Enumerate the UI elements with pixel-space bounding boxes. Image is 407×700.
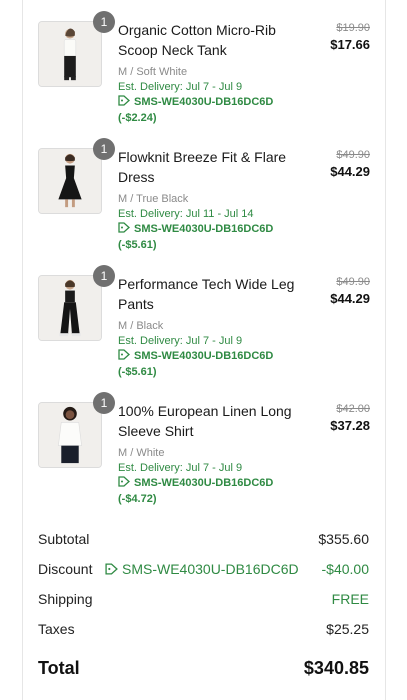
estimated-delivery: Est. Delivery: Jul 7 - Jul 9 bbox=[118, 335, 243, 347]
shipping-row: Shipping FREE bbox=[38, 590, 369, 608]
item-discount-amount: (-$5.61) bbox=[118, 239, 157, 251]
discount-value: -$40.00 bbox=[321, 561, 369, 577]
product-image-shirt bbox=[38, 402, 102, 468]
shipping-label: Shipping bbox=[38, 591, 93, 607]
estimated-delivery: Est. Delivery: Jul 7 - Jul 9 bbox=[118, 81, 243, 93]
applied-discount-code: SMS-WE4030U-DB16DC6D bbox=[105, 560, 299, 578]
item-name[interactable]: 100% European Linen Long Sleeve Shirt bbox=[118, 401, 306, 441]
discount-code: SMS-WE4030U-DB16DC6D bbox=[118, 349, 306, 364]
discount-code: SMS-WE4030U-DB16DC6D bbox=[118, 222, 306, 237]
item-prices: $42.00 $37.28 bbox=[330, 401, 370, 435]
product-image-tank bbox=[38, 21, 102, 87]
tag-icon bbox=[118, 349, 130, 360]
order-totals: Subtotal $355.60 Discount SMS-WE4030U-DB… bbox=[38, 530, 369, 690]
discount-code-text: SMS-WE4030U-DB16DC6D bbox=[134, 350, 274, 362]
quantity-badge: 1 bbox=[93, 265, 115, 287]
product-image-dress bbox=[38, 148, 102, 214]
estimated-delivery: Est. Delivery: Jul 7 - Jul 9 bbox=[118, 462, 243, 474]
sale-price: $17.66 bbox=[330, 37, 370, 52]
cart-item: 1 Organic Cotton Micro-Rib Scoop Neck Ta… bbox=[38, 11, 372, 127]
tag-icon bbox=[118, 222, 130, 233]
taxes-label: Taxes bbox=[38, 621, 75, 637]
sale-price: $44.29 bbox=[330, 164, 370, 179]
discount-code: SMS-WE4030U-DB16DC6D bbox=[118, 95, 306, 110]
discount-row: Discount SMS-WE4030U-DB16DC6D -$40.00 bbox=[38, 560, 369, 578]
original-price: $49.90 bbox=[336, 276, 370, 288]
discount-code-text: SMS-WE4030U-DB16DC6D bbox=[134, 96, 274, 108]
subtotal-value: $355.60 bbox=[318, 531, 369, 547]
quantity-badge: 1 bbox=[93, 11, 115, 33]
item-variant: M / White bbox=[118, 447, 165, 459]
item-prices: $49.90 $44.29 bbox=[330, 274, 370, 308]
item-discount-amount: (-$5.61) bbox=[118, 366, 157, 378]
sale-price: $37.28 bbox=[330, 418, 370, 433]
sale-price: $44.29 bbox=[330, 291, 370, 306]
tag-icon bbox=[118, 95, 130, 106]
quantity-badge: 1 bbox=[93, 138, 115, 160]
cart-item: 1 Flowknit Breeze Fit & Flare Dress M / … bbox=[38, 138, 372, 254]
original-price: $42.00 bbox=[336, 403, 370, 415]
quantity-badge: 1 bbox=[93, 392, 115, 414]
tag-icon bbox=[105, 563, 118, 575]
total-value: $340.85 bbox=[303, 658, 369, 678]
item-variant: M / Black bbox=[118, 320, 164, 332]
item-details: Organic Cotton Micro-Rib Scoop Neck Tank… bbox=[118, 20, 306, 126]
discount-code: SMS-WE4030U-DB16DC6D bbox=[118, 476, 306, 491]
cart-item: 1 100% European Linen Long Sleeve Shirt … bbox=[38, 392, 372, 508]
item-details: Flowknit Breeze Fit & Flare Dress M / Tr… bbox=[118, 147, 306, 253]
original-price: $19.90 bbox=[336, 22, 370, 34]
item-discount-amount: (-$4.72) bbox=[118, 493, 157, 505]
subtotal-label: Subtotal bbox=[38, 531, 90, 547]
item-prices: $19.90 $17.66 bbox=[330, 20, 370, 54]
item-name[interactable]: Performance Tech Wide Leg Pants bbox=[118, 274, 306, 314]
product-image-pants bbox=[38, 275, 102, 341]
applied-discount-code-text: SMS-WE4030U-DB16DC6D bbox=[122, 561, 299, 577]
taxes-row: Taxes $25.25 bbox=[38, 620, 369, 638]
item-name[interactable]: Flowknit Breeze Fit & Flare Dress bbox=[118, 147, 306, 187]
item-prices: $49.90 $44.29 bbox=[330, 147, 370, 181]
tag-icon bbox=[118, 476, 130, 487]
discount-label: Discount bbox=[38, 561, 93, 577]
shipping-value: FREE bbox=[331, 591, 369, 607]
discount-code-text: SMS-WE4030U-DB16DC6D bbox=[134, 223, 274, 235]
item-variant: M / True Black bbox=[118, 193, 189, 205]
cart-item: 1 Performance Tech Wide Leg Pants M / Bl… bbox=[38, 265, 372, 381]
item-variant: M / Soft White bbox=[118, 66, 188, 78]
total-row: Total $340.85 bbox=[38, 656, 369, 680]
item-details: Performance Tech Wide Leg Pants M / Blac… bbox=[118, 274, 306, 380]
item-name[interactable]: Organic Cotton Micro-Rib Scoop Neck Tank bbox=[118, 20, 306, 60]
taxes-value: $25.25 bbox=[326, 621, 369, 637]
subtotal-row: Subtotal $355.60 bbox=[38, 530, 369, 548]
total-label: Total bbox=[38, 658, 80, 678]
item-discount-amount: (-$2.24) bbox=[118, 112, 157, 124]
original-price: $49.90 bbox=[336, 149, 370, 161]
item-details: 100% European Linen Long Sleeve Shirt M … bbox=[118, 401, 306, 507]
discount-code-text: SMS-WE4030U-DB16DC6D bbox=[134, 477, 274, 489]
estimated-delivery: Est. Delivery: Jul 11 - Jul 14 bbox=[118, 208, 254, 220]
